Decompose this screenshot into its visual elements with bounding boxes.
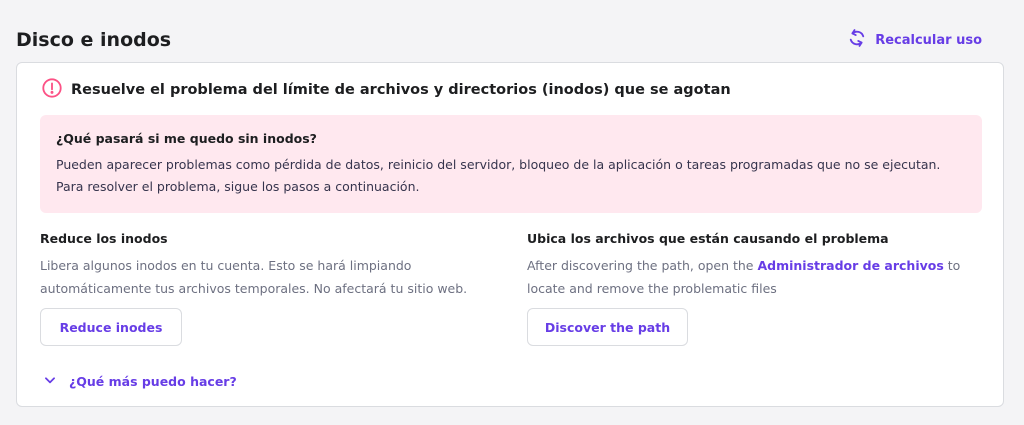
warning-question: ¿Qué pasará si me quedo sin inodos? (56, 131, 317, 146)
page-header: Disco e inodos Recalcular uso (16, 24, 984, 56)
refresh-icon (847, 28, 867, 52)
recalculate-usage-label: Recalcular uso (875, 32, 982, 48)
alert-circle-icon (41, 77, 63, 103)
recalculate-usage-button[interactable]: Recalcular uso (847, 28, 982, 52)
reduce-inodes-section: Reduce los inodos Libera algunos inodos … (40, 231, 500, 300)
warning-text: Pueden aparecer problemas como pérdida d… (56, 157, 941, 194)
alert-heading: Resuelve el problema del límite de archi… (41, 77, 731, 103)
more-options-label: ¿Qué más puedo hacer? (69, 374, 237, 389)
discover-path-button[interactable]: Discover the path (527, 308, 688, 346)
chevron-down-icon (43, 373, 57, 390)
more-options-toggle[interactable]: ¿Qué más puedo hacer? (43, 373, 237, 390)
locate-files-text: After discovering the path, open the Adm… (527, 254, 987, 300)
reduce-inodes-title: Reduce los inodos (40, 231, 168, 246)
warning-box: ¿Qué pasará si me quedo sin inodos? Pued… (40, 115, 982, 213)
locate-files-text-before: After discovering the path, open the (527, 258, 758, 273)
reduce-inodes-button[interactable]: Reduce inodes (40, 308, 182, 346)
file-manager-link[interactable]: Administrador de archivos (757, 258, 943, 273)
inodes-card: Resuelve el problema del límite de archi… (16, 62, 1004, 407)
reduce-inodes-text: Libera algunos inodos en tu cuenta. Esto… (40, 258, 468, 296)
alert-title: Resuelve el problema del límite de archi… (71, 82, 731, 98)
locate-files-section: Ubica los archivos que están causando el… (527, 231, 987, 300)
locate-files-title: Ubica los archivos que están causando el… (527, 231, 889, 246)
page-title: Disco e inodos (16, 29, 172, 51)
